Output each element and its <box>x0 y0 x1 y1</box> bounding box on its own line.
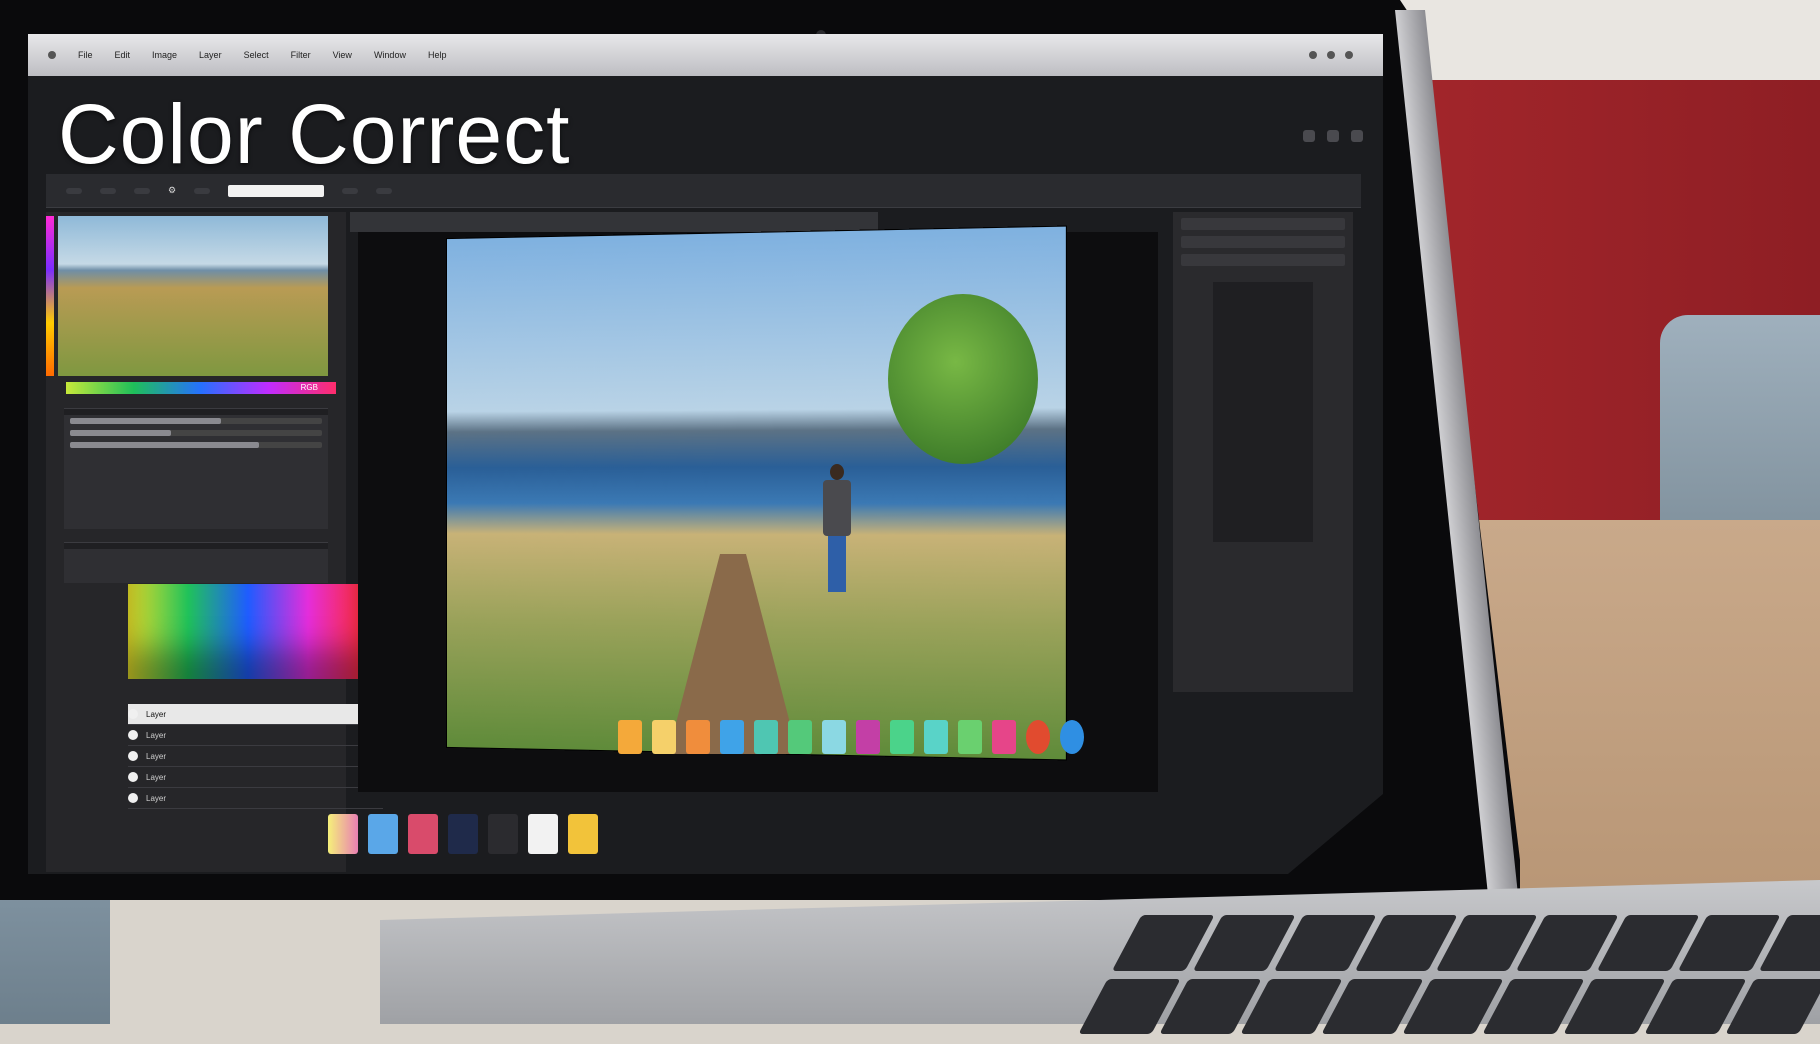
menu-item-help[interactable]: Help <box>428 50 447 60</box>
filmstrip-thumbnail[interactable] <box>924 720 948 754</box>
panel-row[interactable] <box>1181 218 1345 230</box>
slider-track[interactable] <box>70 418 322 424</box>
filmstrip <box>408 702 1288 772</box>
keyboard <box>1063 905 1820 1044</box>
dock-app-icon[interactable] <box>328 814 358 854</box>
app-dock <box>328 804 1128 864</box>
filmstrip-thumbnail[interactable] <box>890 720 914 754</box>
filmstrip-thumbnail[interactable] <box>652 720 676 754</box>
toolbar-button[interactable] <box>194 188 210 194</box>
minimize-icon[interactable] <box>1303 130 1315 142</box>
slider-track[interactable] <box>70 430 322 436</box>
battery-icon[interactable] <box>1327 51 1335 59</box>
menu-item-file[interactable]: File <box>78 50 93 60</box>
layer-visibility-icon[interactable] <box>128 709 138 719</box>
filmstrip-thumbnail[interactable] <box>788 720 812 754</box>
layer-label: Layer <box>146 752 166 761</box>
photo-tree <box>888 294 1038 464</box>
panel-row[interactable] <box>1181 236 1345 248</box>
color-spectrum-bar[interactable] <box>66 382 336 394</box>
maximize-icon[interactable] <box>1327 130 1339 142</box>
hue-strip[interactable] <box>46 216 54 376</box>
layer-visibility-icon[interactable] <box>128 793 138 803</box>
filmstrip-thumbnail[interactable] <box>686 720 710 754</box>
adjustments-section <box>64 408 328 529</box>
color-wheel-icon[interactable] <box>1026 720 1050 754</box>
toolbar-input[interactable] <box>228 185 324 197</box>
layer-row[interactable]: Layer <box>128 746 383 767</box>
window-controls <box>1303 130 1363 142</box>
color-wheel-icon[interactable] <box>1060 720 1084 754</box>
slider-row <box>64 439 328 451</box>
filmstrip-thumbnail[interactable] <box>958 720 982 754</box>
background-chair <box>1660 315 1820 545</box>
apple-logo-icon[interactable] <box>48 51 56 59</box>
menu-item-image[interactable]: Image <box>152 50 177 60</box>
tool-preset-icon[interactable]: ⚙ <box>168 185 176 196</box>
dock-app-icon[interactable] <box>448 814 478 854</box>
layer-label: Layer <box>146 773 166 782</box>
layer-label: Layer <box>146 710 166 719</box>
panel-row[interactable] <box>1181 254 1345 266</box>
menu-bar: File Edit Image Layer Select Filter View… <box>28 34 1383 76</box>
toolbar-button[interactable] <box>66 188 82 194</box>
filmstrip-thumbnail[interactable] <box>856 720 880 754</box>
wifi-icon[interactable] <box>1309 51 1317 59</box>
status-icons <box>1309 51 1353 59</box>
toolbar-button[interactable] <box>134 188 150 194</box>
slider-track[interactable] <box>70 442 322 448</box>
layer-visibility-icon[interactable] <box>128 751 138 761</box>
filmstrip-thumbnail[interactable] <box>822 720 846 754</box>
filmstrip-thumbnail[interactable] <box>618 720 642 754</box>
section-header <box>64 543 328 549</box>
dock-app-icon[interactable] <box>368 814 398 854</box>
dock-app-icon[interactable] <box>408 814 438 854</box>
menu-item-filter[interactable]: Filter <box>291 50 311 60</box>
filmstrip-thumbnail[interactable] <box>720 720 744 754</box>
overlay-title: Color Correct <box>58 86 570 183</box>
layer-row[interactable]: Layer <box>128 767 383 788</box>
navigator-thumbnail[interactable] <box>58 216 328 376</box>
dock-app-icon[interactable] <box>568 814 598 854</box>
photo-person <box>820 464 854 594</box>
layer-row[interactable]: Layer <box>128 725 383 746</box>
search-icon[interactable] <box>1345 51 1353 59</box>
filmstrip-thumbnail[interactable] <box>992 720 1016 754</box>
layer-row[interactable]: Layer <box>128 704 383 725</box>
toolbar-button[interactable] <box>342 188 358 194</box>
layer-visibility-icon[interactable] <box>128 730 138 740</box>
color-mode-label: RGB <box>301 383 318 392</box>
menu-item-select[interactable]: Select <box>244 50 269 60</box>
menu-item-edit[interactable]: Edit <box>115 50 131 60</box>
menu-item-layer[interactable]: Layer <box>199 50 222 60</box>
options-toolbar: ⚙ <box>46 174 1361 208</box>
color-picker-gradient[interactable] <box>128 584 368 679</box>
menu-item-view[interactable]: View <box>333 50 352 60</box>
menu-item-window[interactable]: Window <box>374 50 406 60</box>
right-panel <box>1173 212 1353 692</box>
histogram-meter <box>1213 282 1313 542</box>
toolbar-button[interactable] <box>376 188 392 194</box>
close-icon[interactable] <box>1351 130 1363 142</box>
document-tabs <box>350 212 878 232</box>
slider-row <box>64 415 328 427</box>
filmstrip-thumbnail[interactable] <box>754 720 778 754</box>
slider-row <box>64 427 328 439</box>
swatch-controls <box>64 542 328 583</box>
laptop-screen: File Edit Image Layer Select Filter View… <box>28 34 1383 874</box>
dock-app-icon[interactable] <box>488 814 518 854</box>
layer-visibility-icon[interactable] <box>128 772 138 782</box>
dock-app-icon[interactable] <box>528 814 558 854</box>
layer-label: Layer <box>146 731 166 740</box>
layer-label: Layer <box>146 794 166 803</box>
toolbar-button[interactable] <box>100 188 116 194</box>
